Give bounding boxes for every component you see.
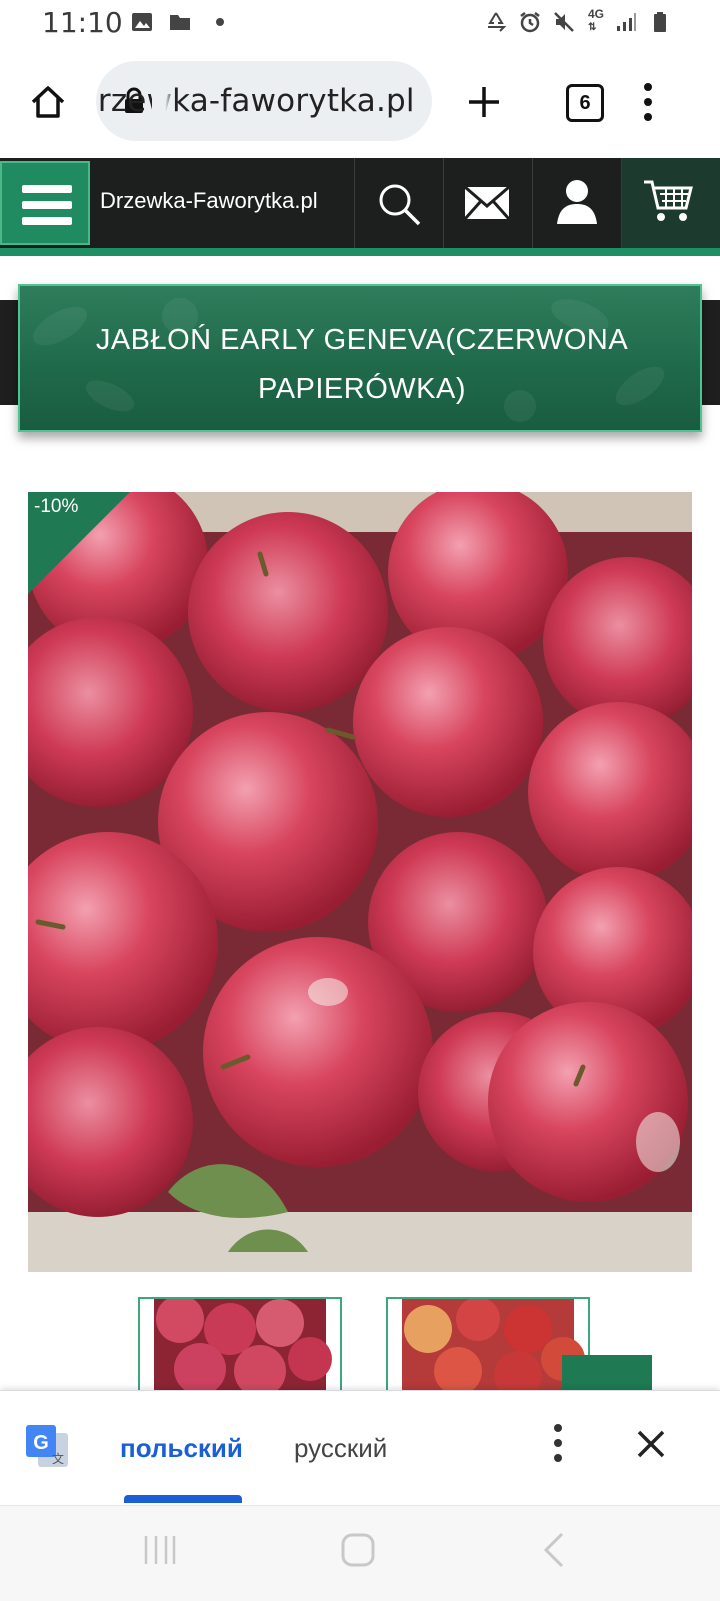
mail-button[interactable] [443,158,532,248]
alarm-icon [520,12,540,33]
mute-icon [554,12,574,32]
menu-button[interactable] [0,161,90,245]
battery-icon [654,12,666,32]
cart-icon [644,180,693,221]
active-tab-indicator [124,1495,242,1503]
recents-icon[interactable] [142,1530,178,1570]
thumbnail-image [402,1299,585,1391]
recycle-icon [488,12,507,32]
url-text: drzewka-faworytka.pl [96,83,415,119]
product-image[interactable] [28,492,692,1272]
mail-icon [464,186,510,220]
translate-bar: G 文 польский русский [0,1390,720,1505]
scroll-top-button[interactable] [562,1355,652,1395]
banner-side-band [0,300,20,405]
svg-text:文: 文 [52,1451,64,1466]
google-translate-icon[interactable]: G 文 [24,1423,72,1471]
back-icon[interactable] [540,1530,566,1570]
home-icon[interactable] [28,82,68,122]
menu-icon-line [22,201,72,209]
search-icon [379,184,421,226]
svg-text:G: G [33,1432,49,1454]
browser-toolbar: drzewka-faworytka.pl 6 [0,50,720,154]
close-icon[interactable] [636,1429,666,1459]
signal-icon [617,13,636,31]
search-button[interactable] [354,158,443,248]
lang-source-tab[interactable]: польский [120,1433,243,1464]
network-4g-icon: 4G ⇅ [588,7,605,33]
plus-icon[interactable] [464,82,504,122]
menu-icon [22,185,72,193]
cart-button[interactable] [621,158,720,248]
more-vert-icon[interactable] [548,1421,568,1465]
dot-icon [216,18,224,26]
discount-label: -10% [34,496,79,517]
home-nav-icon[interactable] [340,1532,376,1568]
site-name[interactable]: Drzewka-Faworytka.pl [100,188,318,214]
url-bar[interactable]: drzewka-faworytka.pl [96,61,432,141]
apples-photo [28,492,692,1272]
menu-icon-line [22,217,72,225]
status-bar: 11:10 4G ⇅ [0,0,720,48]
account-button[interactable] [532,158,621,248]
more-icon[interactable] [638,80,658,124]
system-nav-bar [0,1505,720,1601]
thumbnail-image [154,1299,332,1391]
url-fade [152,61,174,141]
header-accent-line [0,248,720,256]
site-header: Drzewka-Faworytka.pl [0,158,720,248]
user-icon [557,180,597,224]
lang-target-tab[interactable]: русский [294,1433,387,1464]
image-icon [132,13,152,31]
product-title: JABŁOŃ EARLY GENEVA(CZERWONA PAPIERÓWKA) [95,324,629,405]
product-title-banner: JABŁOŃ EARLY GENEVA(CZERWONA PAPIERÓWKA) [18,284,702,432]
tabs-icon[interactable]: 6 [566,84,604,122]
thumbnail-1[interactable] [138,1297,342,1393]
status-time: 11:10 [42,6,123,39]
thumbnail-2[interactable] [386,1297,590,1393]
folder-icon [170,15,190,30]
